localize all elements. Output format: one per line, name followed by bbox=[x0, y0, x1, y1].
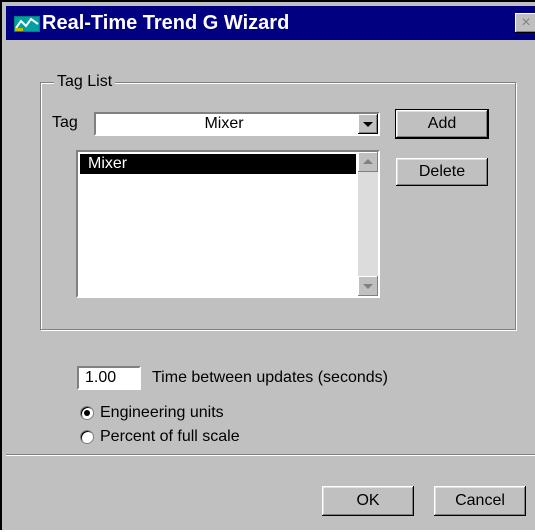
scroll-down-icon[interactable] bbox=[358, 276, 378, 296]
list-item[interactable]: Mixer bbox=[80, 154, 356, 174]
percent-full-scale-radio[interactable] bbox=[80, 430, 94, 444]
ok-button[interactable]: OK bbox=[322, 486, 414, 516]
add-button[interactable]: Add bbox=[395, 109, 489, 139]
update-interval-label: Time between updates (seconds) bbox=[152, 369, 388, 386]
vertical-scrollbar[interactable] bbox=[358, 152, 378, 296]
window-title: Real-Time Trend G Wizard bbox=[42, 12, 290, 34]
scroll-up-icon[interactable] bbox=[358, 152, 378, 172]
tag-combobox[interactable]: Mixer bbox=[94, 112, 380, 136]
engineering-units-radio[interactable] bbox=[80, 406, 94, 420]
wizard-window: Real-Time Trend G Wizard × Tag List Tag … bbox=[0, 0, 535, 530]
radio-selected-dot bbox=[84, 410, 90, 416]
footer-divider bbox=[6, 454, 535, 456]
tag-list-group-label: Tag List bbox=[54, 73, 116, 91]
update-interval-input[interactable]: 1.00 bbox=[77, 366, 141, 390]
tag-listbox[interactable]: Mixer bbox=[76, 150, 380, 298]
chevron-down-icon[interactable] bbox=[358, 114, 378, 134]
title-bar[interactable]: Real-Time Trend G Wizard × bbox=[6, 6, 535, 40]
engineering-units-label: Engineering units bbox=[100, 404, 224, 421]
tag-combobox-value: Mixer bbox=[204, 115, 244, 132]
delete-button[interactable]: Delete bbox=[396, 158, 488, 186]
dialog-body: Tag List Tag Mixer Add Delete Mixer 1.00… bbox=[6, 40, 535, 532]
tag-label: Tag bbox=[52, 114, 78, 131]
trend-app-icon bbox=[14, 16, 40, 32]
close-button[interactable]: × bbox=[515, 13, 535, 33]
percent-full-scale-label: Percent of full scale bbox=[100, 428, 240, 445]
cancel-button[interactable]: Cancel bbox=[434, 486, 526, 516]
